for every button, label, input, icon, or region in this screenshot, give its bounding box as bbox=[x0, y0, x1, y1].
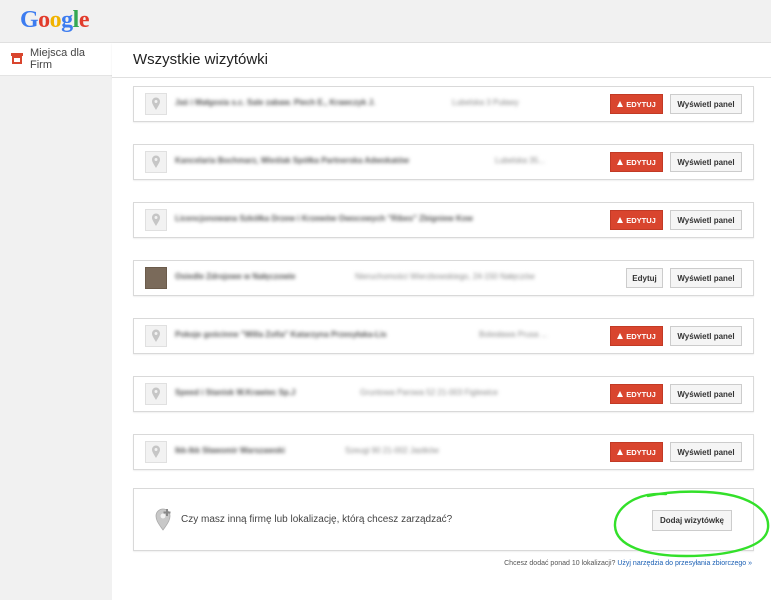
listing-pin bbox=[145, 383, 167, 405]
listing-card: Speed i Stanisk W.Krawiec Sp.J Gruntowa P… bbox=[133, 376, 754, 412]
add-business-question: Czy masz inną firmę lub lokalizację, któ… bbox=[181, 514, 453, 525]
view-panel-button[interactable]: Wyświetl panel bbox=[670, 94, 742, 114]
edit-button[interactable]: EDYTUJ bbox=[610, 94, 663, 114]
listing-card: Ikk-Ikk Sławomir Warszawski Szeugi 90 21-… bbox=[133, 434, 754, 470]
green-annotation-circle bbox=[613, 490, 770, 558]
edit-button[interactable]: EDYTUJ bbox=[610, 442, 663, 462]
view-panel-button[interactable]: Wyświetl panel bbox=[670, 210, 742, 230]
listing-address: Lubelska 35... bbox=[495, 156, 545, 165]
view-panel-button[interactable]: Wyświetl panel bbox=[670, 384, 742, 404]
edit-label: EDYTUJ bbox=[626, 447, 656, 457]
map-pin-icon bbox=[152, 97, 160, 110]
top-bar: Google bbox=[0, 0, 771, 43]
edit-button[interactable]: Edytuj bbox=[626, 268, 663, 288]
warning-icon bbox=[617, 449, 624, 455]
map-pin-icon bbox=[152, 445, 160, 458]
listing-name[interactable]: Jaś i Małgosia s.c. Sale zabaw. Piech E.… bbox=[175, 98, 375, 107]
listing-pin bbox=[145, 441, 167, 463]
google-logo[interactable]: Google bbox=[20, 7, 90, 34]
view-panel-button[interactable]: Wyświetl panel bbox=[670, 442, 742, 462]
map-pin-icon bbox=[152, 213, 160, 226]
warning-icon bbox=[617, 217, 624, 223]
warning-icon bbox=[617, 333, 624, 339]
sidebar: Miejsca dla Firm bbox=[0, 43, 120, 600]
edit-button[interactable]: EDYTUJ bbox=[610, 326, 663, 346]
view-panel-button[interactable]: Wyświetl panel bbox=[670, 268, 742, 288]
bulk-upload-text: Chcesz dodać ponad 10 lokalizacji? bbox=[504, 560, 616, 567]
listing-card: Osiedle Zdrojowe w Nałęczowie Nieruchomoś… bbox=[133, 260, 754, 296]
edit-button[interactable]: EDYTUJ bbox=[610, 384, 663, 404]
listing-address: Lubelska 3 Puławy bbox=[452, 98, 519, 107]
map-pin-icon bbox=[152, 387, 160, 400]
listing-pin bbox=[145, 151, 167, 173]
listing-address: Nieruchomości Wierzbowskiego, 24-150 Nał… bbox=[355, 272, 535, 281]
sidebar-item-label: Miejsca dla Firm bbox=[30, 47, 86, 71]
edit-label: EDYTUJ bbox=[626, 389, 656, 399]
edit-button[interactable]: EDYTUJ bbox=[610, 210, 663, 230]
listing-pin bbox=[145, 325, 167, 347]
logo-letter: o bbox=[49, 7, 62, 33]
logo-letter: o bbox=[38, 7, 50, 33]
listing-name[interactable]: Ikk-Ikk Sławomir Warszawski bbox=[175, 446, 285, 455]
listing-address: Gruntowa Parowa 52 21-003 Figlewice bbox=[360, 388, 498, 397]
edit-label: EDYTUJ bbox=[626, 99, 656, 109]
listing-card: Licencjonowana Szkółka Drzew i Krzewów O… bbox=[133, 202, 754, 238]
listing-card: Kancelaria Bochmarz, Wieślak Spółka Part… bbox=[133, 144, 754, 180]
title-bar: Wszystkie wizytówki bbox=[112, 43, 771, 78]
edit-label: EDYTUJ bbox=[626, 331, 656, 341]
warning-icon bbox=[617, 159, 624, 165]
listing-name[interactable]: Speed i Stanisk W.Krawiec Sp.J bbox=[175, 388, 296, 397]
listing-card: Pokoje gościnne "Willa Zofia" Katarzyna … bbox=[133, 318, 754, 354]
map-pin-icon bbox=[152, 329, 160, 342]
edit-label: EDYTUJ bbox=[626, 157, 656, 167]
listing-pin bbox=[145, 93, 167, 115]
logo-letter: g bbox=[61, 7, 73, 33]
map-pin-icon bbox=[152, 155, 160, 168]
logo-letter: e bbox=[78, 7, 90, 33]
page-title: Wszystkie wizytówki bbox=[133, 51, 269, 68]
listing-address: Bolesława Prusa ... bbox=[479, 330, 548, 339]
map-pin-add-icon bbox=[155, 508, 171, 531]
listing-photo bbox=[145, 267, 167, 289]
listing-card: Jaś i Małgosia s.c. Sale zabaw. Piech E.… bbox=[133, 86, 754, 122]
listing-name[interactable]: Pokoje gościnne "Willa Zofia" Katarzyna … bbox=[175, 330, 387, 339]
listing-pin bbox=[145, 209, 167, 231]
edit-label: EDYTUJ bbox=[626, 215, 656, 225]
view-panel-button[interactable]: Wyświetl panel bbox=[670, 152, 742, 172]
storefront-icon bbox=[11, 53, 23, 64]
warning-icon bbox=[617, 391, 624, 397]
logo-letter: G bbox=[20, 7, 39, 33]
warning-icon bbox=[617, 101, 624, 107]
listing-name[interactable]: Kancelaria Bochmarz, Wieślak Spółka Part… bbox=[175, 156, 409, 165]
listing-name[interactable]: Licencjonowana Szkółka Drzew i Krzewów O… bbox=[175, 214, 473, 223]
view-panel-button[interactable]: Wyświetl panel bbox=[670, 326, 742, 346]
edit-button[interactable]: EDYTUJ bbox=[610, 152, 663, 172]
listing-name[interactable]: Osiedle Zdrojowe w Nałęczowie bbox=[175, 272, 295, 281]
listing-address: Szeugi 90 21-002 Jastków bbox=[345, 446, 439, 455]
sidebar-item-places-for-business[interactable]: Miejsca dla Firm bbox=[0, 43, 112, 76]
